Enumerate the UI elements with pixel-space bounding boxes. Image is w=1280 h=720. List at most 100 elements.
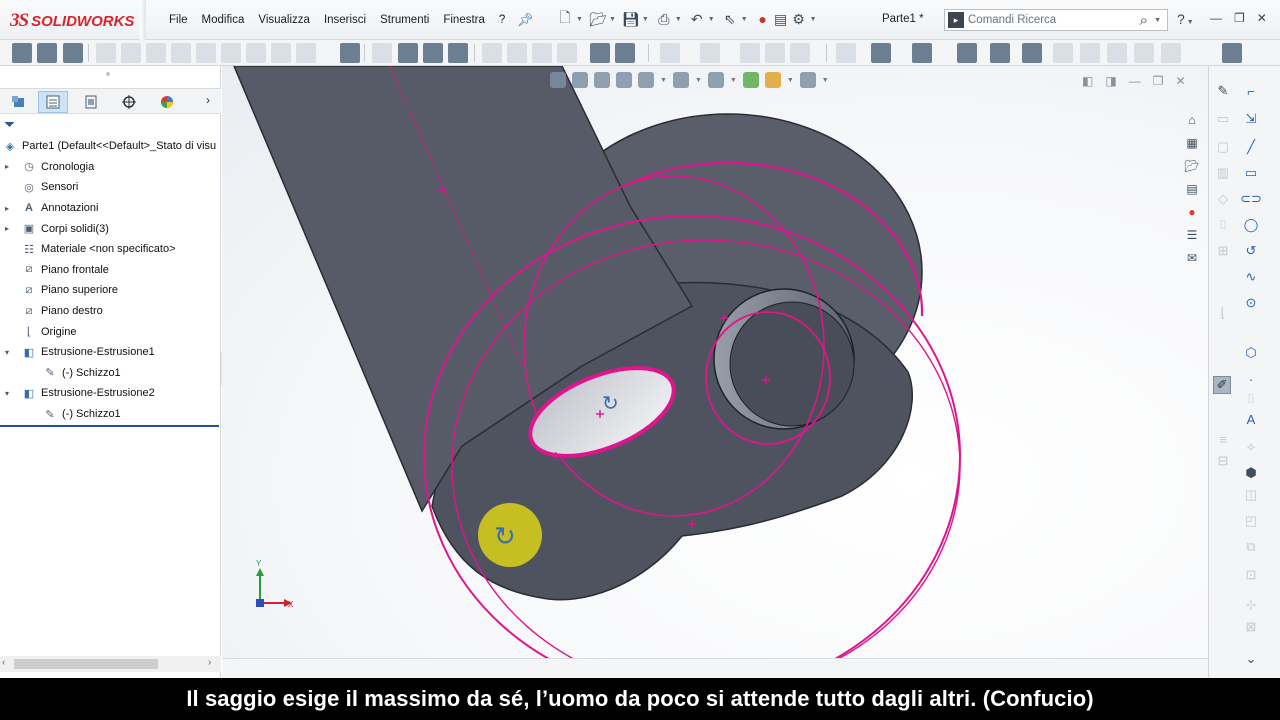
zoom-to-area-icon[interactable] [572, 72, 588, 88]
restore-icon[interactable]: ❐ [1153, 74, 1164, 88]
exit-sketch-icon[interactable]: ✎ [1214, 82, 1232, 100]
menu-help[interactable]: ? [492, 12, 512, 28]
chevron-down-icon[interactable]: ⌄ [1242, 650, 1260, 668]
dome-icon[interactable] [557, 43, 577, 63]
tree-item-front-plane[interactable]: ⧄ Piano frontale [0, 260, 221, 281]
previous-view-icon[interactable] [594, 72, 610, 88]
add-relation-icon[interactable]: ▢ [1214, 138, 1232, 156]
display-manager-tab[interactable] [152, 91, 182, 113]
chevron-down-icon[interactable]: ▼ [741, 16, 748, 23]
extruded-cut-icon[interactable] [63, 43, 83, 63]
tile-left-icon[interactable]: ◧ [1082, 74, 1093, 88]
split-line-icon[interactable] [590, 43, 610, 63]
equations-icon[interactable]: ≡ [1214, 430, 1232, 448]
weldments-icon[interactable] [700, 43, 720, 63]
tree-item-top-plane[interactable]: ⧄ Piano superiore [0, 280, 221, 301]
scrollbar-thumb[interactable] [14, 659, 158, 669]
instant3d-icon[interactable] [507, 43, 527, 63]
chevron-down-icon[interactable]: ▼ [810, 16, 817, 23]
menu-inserisci[interactable]: Inserisci [317, 12, 373, 28]
mirror-icon[interactable] [448, 43, 468, 63]
combine-icon[interactable] [398, 43, 418, 63]
dimxpert-manager-tab[interactable] [114, 91, 144, 113]
sketch-icon[interactable] [12, 43, 32, 63]
expand-arrow-icon[interactable]: ▸ [2, 162, 12, 171]
options-gear-icon[interactable]: ⚙ [790, 10, 808, 28]
surfaces-icon[interactable] [765, 43, 785, 63]
horizontal-scrollbar[interactable]: ‹ › [0, 656, 221, 672]
sketch-selected-tool-icon[interactable]: ✐ [1213, 376, 1231, 394]
scroll-left-icon[interactable]: ‹ [2, 657, 5, 668]
chevron-down-icon[interactable]: ▼ [787, 77, 794, 84]
command-search-box[interactable]: ▸ Comandi Ricerca ⌕ ▼ [944, 9, 1168, 31]
intersect-icon[interactable] [423, 43, 443, 63]
curves-icon[interactable] [482, 43, 502, 63]
fillet-icon[interactable] [196, 43, 216, 63]
extruded-boss-icon[interactable] [37, 43, 57, 63]
scroll-right-icon[interactable]: › [208, 657, 211, 668]
draft-icon[interactable] [296, 43, 316, 63]
section-view-icon[interactable] [616, 72, 632, 88]
view-settings-icon[interactable] [1222, 43, 1242, 63]
sheet-metal-icon[interactable] [660, 43, 680, 63]
display-relations-icon[interactable]: ▥ [1214, 164, 1232, 182]
offset-entities-icon[interactable]: ◰ [1242, 512, 1260, 530]
menu-modifica[interactable]: Modifica [195, 12, 252, 28]
tree-item-solid-bodies[interactable]: ▸ ▣ Corpi solidi(3) [0, 218, 221, 239]
trim-icon[interactable]: ⟡ [1242, 438, 1260, 456]
file-explorer-icon[interactable]: 📂︎ [1182, 156, 1202, 176]
property-manager-tab[interactable] [38, 91, 68, 113]
tree-item-material[interactable]: ☷ Materiale <non specificato> [0, 239, 221, 260]
direct-editing-icon[interactable] [790, 43, 810, 63]
revolve-icon[interactable] [96, 43, 116, 63]
configuration-manager-tab[interactable] [76, 91, 106, 113]
display-style-icon[interactable] [707, 72, 724, 88]
rib-icon[interactable] [246, 43, 266, 63]
minimize-icon[interactable]: — [1210, 11, 1222, 25]
open-folder-icon[interactable]: 📂︎ [589, 10, 607, 28]
close-icon[interactable]: ✕ [1257, 11, 1267, 25]
view-palette-icon[interactable]: ▤ [1182, 179, 1202, 199]
stretch-icon[interactable]: ⊠ [1242, 618, 1260, 636]
fillet-sketch-icon[interactable]: ⌊ [1214, 304, 1232, 322]
chevron-down-icon[interactable]: ▼ [1154, 17, 1161, 24]
rapid-sketch-icon[interactable]: ⊞ [1214, 242, 1232, 260]
chevron-down-icon[interactable]: ▼ [675, 16, 682, 23]
shell-icon[interactable] [271, 43, 291, 63]
mass-properties-icon[interactable] [990, 43, 1010, 63]
display-style-icon[interactable] [912, 43, 932, 63]
chevron-down-icon[interactable]: ▼ [1187, 19, 1194, 26]
rebuild-traffic-light-icon[interactable]: ● [754, 10, 772, 28]
panel-grip[interactable] [106, 72, 110, 76]
forum-icon[interactable]: ✉ [1182, 248, 1202, 268]
tree-item-sketch1-a[interactable]: ✎ (-) Schizzo1 [0, 363, 221, 384]
line-tool-icon[interactable]: ╱ [1242, 138, 1260, 156]
chevron-down-icon[interactable]: ▼ [576, 16, 583, 23]
save-icon[interactable]: 💾︎ [622, 10, 640, 28]
custom-properties-icon[interactable]: ☰ [1182, 225, 1202, 245]
pin-menu-icon[interactable]: 📌︎ [517, 12, 534, 28]
chevron-down-icon[interactable]: ▼ [642, 16, 649, 23]
move-entities-icon[interactable] [1134, 43, 1154, 63]
reference-geometry-icon[interactable] [340, 43, 360, 63]
fix-relations-icon[interactable] [1080, 43, 1100, 63]
tree-item-origin[interactable]: ⌊ Origine [0, 321, 221, 342]
tree-item-sensors[interactable]: ◎ Sensori [0, 177, 221, 198]
move-entities-icon[interactable]: ⊹ [1242, 596, 1260, 614]
boundary-icon[interactable] [171, 43, 191, 63]
minimize-icon[interactable]: — [1129, 74, 1141, 88]
ellipse-icon[interactable]: ⊙ [1242, 294, 1260, 312]
tree-item-annotations[interactable]: ▸ A Annotazioni [0, 198, 221, 219]
tile-right-icon[interactable]: ◨ [1105, 74, 1116, 88]
sketch-pattern-icon[interactable] [1161, 43, 1181, 63]
repair-sketch-icon[interactable]: ◇ [1214, 190, 1232, 208]
view-orientation-icon[interactable] [871, 43, 891, 63]
dynamic-annotation-icon[interactable] [638, 72, 654, 88]
sweep-icon[interactable] [121, 43, 141, 63]
circle-icon[interactable]: ◯ [1242, 216, 1260, 234]
loft-icon[interactable] [146, 43, 166, 63]
zoom-to-fit-icon[interactable] [550, 72, 566, 88]
wrap-icon[interactable] [532, 43, 552, 63]
help-button[interactable]: ? ▼ [1177, 11, 1200, 27]
point-icon[interactable]: · [1242, 370, 1260, 388]
